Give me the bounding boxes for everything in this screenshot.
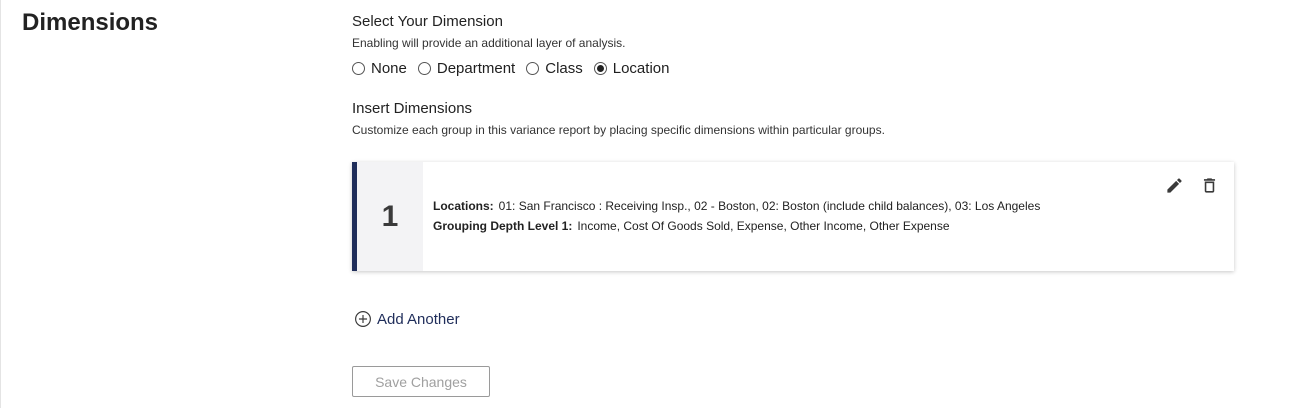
group-number: 1 bbox=[357, 162, 423, 271]
group-locations-line: Locations: 01: San Francisco : Receiving … bbox=[433, 199, 1040, 213]
group-actions bbox=[1164, 175, 1220, 196]
radio-label-class: Class bbox=[545, 60, 583, 77]
radio-location[interactable] bbox=[593, 62, 607, 75]
plus-circle-icon bbox=[354, 310, 372, 328]
select-dimension-helper: Enabling will provide an additional laye… bbox=[352, 36, 626, 50]
group-details: Locations: 01: San Francisco : Receiving … bbox=[423, 162, 1234, 271]
group-locations-value: 01: San Francisco : Receiving Insp., 02 … bbox=[498, 199, 1041, 213]
trash-icon[interactable] bbox=[1199, 175, 1220, 196]
radio-option-department[interactable]: Department bbox=[417, 60, 516, 77]
group-card: 1 Locations: 01: San Francisco : Receivin… bbox=[352, 162, 1234, 271]
radio-option-location[interactable]: Location bbox=[593, 60, 670, 77]
add-another-button[interactable]: Add Another bbox=[354, 310, 460, 328]
radio-selected-dot bbox=[596, 65, 604, 72]
group-locations-label: Locations: bbox=[433, 199, 494, 213]
group-grouping-value: Income, Cost Of Goods Sold, Expense, Oth… bbox=[577, 219, 950, 233]
section-title: Dimensions bbox=[22, 9, 159, 36]
radio-label-department: Department bbox=[436, 60, 516, 77]
add-another-label: Add Another bbox=[377, 310, 460, 328]
radio-option-none[interactable]: None bbox=[352, 60, 407, 77]
pencil-icon[interactable] bbox=[1164, 175, 1185, 196]
radio-department[interactable] bbox=[417, 62, 431, 75]
save-changes-button[interactable]: Save Changes bbox=[352, 366, 490, 397]
radio-label-location: Location bbox=[612, 60, 670, 77]
insert-dimensions-heading: Insert Dimensions bbox=[352, 100, 473, 117]
radio-option-class[interactable]: Class bbox=[526, 60, 583, 77]
radio-label-none: None bbox=[371, 60, 407, 77]
dimensions-page: Dimensions Select Your Dimension Enablin… bbox=[0, 0, 1308, 408]
insert-dimensions-helper: Customize each group in this variance re… bbox=[352, 123, 885, 137]
dimension-radio-group: None Department Class Location bbox=[352, 60, 680, 77]
group-grouping-label: Grouping Depth Level 1: bbox=[433, 219, 573, 233]
group-grouping-line: Grouping Depth Level 1: Income, Cost Of G… bbox=[433, 219, 950, 233]
select-dimension-heading: Select Your Dimension bbox=[352, 13, 503, 30]
radio-class[interactable] bbox=[526, 62, 540, 75]
radio-none[interactable] bbox=[352, 62, 365, 75]
